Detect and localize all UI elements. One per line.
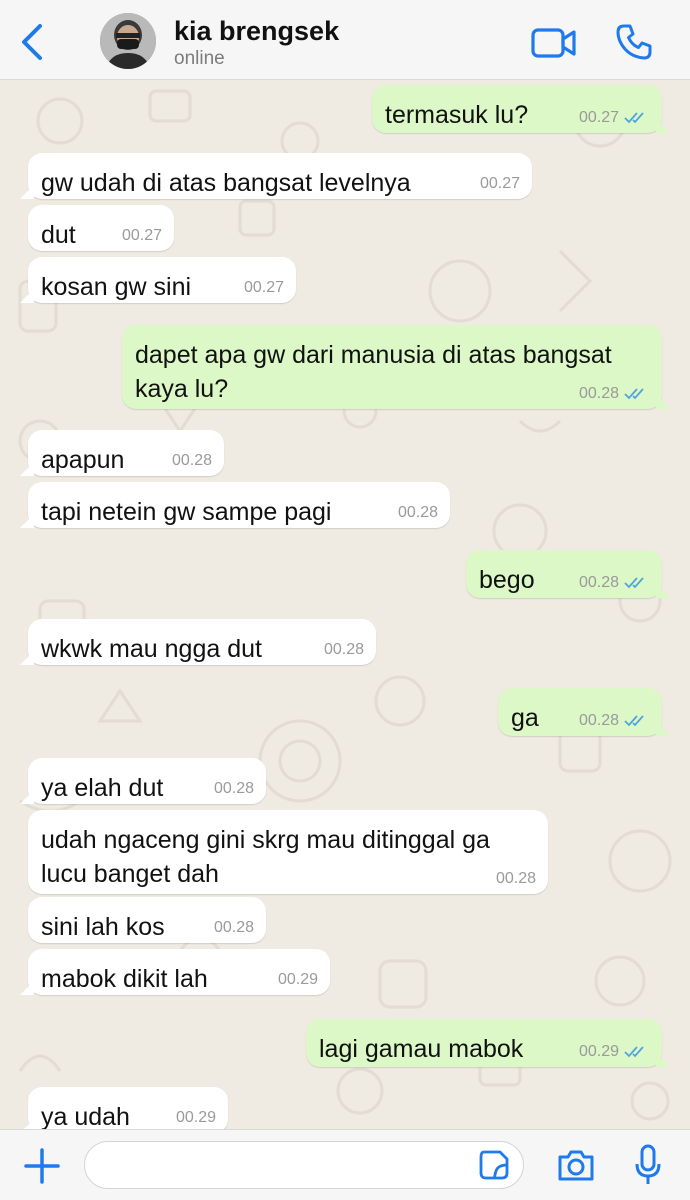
double-check-read-icon — [624, 715, 644, 727]
incoming-message-bubble[interactable]: sini lah kos 00.28 — [28, 897, 266, 943]
bubble-tail — [20, 185, 34, 199]
incoming-message-bubble[interactable]: kosan gw sini 00.27 — [20, 257, 296, 303]
incoming-message-bubble[interactable]: ya elah dut 00.28 — [20, 758, 266, 804]
bubble-tail — [656, 722, 670, 736]
outgoing-message-bubble[interactable]: ga 00.28 — [498, 688, 670, 736]
message-time: 00.28 — [397, 504, 438, 521]
message-meta: 00.27 — [244, 279, 284, 297]
message-meta: 00.27 — [480, 175, 520, 193]
incoming-message-bubble[interactable]: udah ngaceng gini skrg mau ditinggal ga … — [28, 810, 548, 894]
contact-name[interactable]: kia brengsek — [174, 16, 339, 47]
message-meta: 00.28 — [214, 780, 254, 798]
double-check-read-icon — [624, 112, 644, 124]
message-text: mabok dikit lah — [41, 965, 208, 993]
double-check-read-icon — [624, 388, 644, 400]
message-meta: 00.29 — [278, 971, 318, 989]
message-meta: 00.29 — [176, 1109, 216, 1127]
incoming-message-bubble[interactable]: mabok dikit lah 00.29 — [20, 949, 330, 995]
message-meta: 00.27 — [122, 227, 162, 245]
message-text: tapi netein gw sampe pagi — [41, 498, 332, 526]
message-meta: 00.27 — [579, 109, 650, 127]
message-time: 00.28 — [578, 385, 619, 402]
message-time: 00.27 — [479, 175, 520, 192]
message-text: gw udah di atas bangsat levelnya — [41, 169, 411, 197]
message-time: 00.28 — [495, 870, 536, 887]
bubble-tail — [20, 1119, 34, 1129]
bubble-tail — [656, 119, 670, 133]
incoming-message-bubble[interactable]: dut 00.27 — [28, 205, 174, 251]
bubble-tail — [20, 514, 34, 528]
phone-icon[interactable] — [614, 22, 654, 62]
video-camera-icon[interactable] — [530, 24, 578, 62]
message-time: 00.27 — [243, 279, 284, 296]
message-meta: 00.28 — [579, 712, 650, 730]
message-time: 00.29 — [578, 1043, 619, 1060]
message-text: wkwk mau ngga dut — [41, 635, 262, 663]
message-meta: 00.28 — [398, 504, 438, 522]
message-meta: 00.28 — [172, 452, 212, 470]
message-time: 00.29 — [277, 971, 318, 988]
double-check-read-icon — [624, 577, 644, 589]
chat-area[interactable]: termasuk lu? 00.27 gw udah di atas bangsat… — [0, 81, 690, 1129]
bubble-tail — [20, 289, 34, 303]
contact-status: online — [174, 48, 225, 69]
outgoing-message-bubble[interactable]: dapet apa gw dari manusia di atas bangsa… — [122, 325, 670, 409]
double-check-read-icon — [624, 1046, 644, 1058]
message-time: 00.28 — [213, 919, 254, 936]
bubble-tail — [656, 1053, 670, 1067]
message-input[interactable] — [84, 1141, 524, 1189]
incoming-message-bubble[interactable]: ya udah 00.29 — [20, 1087, 228, 1129]
message-text: udah ngaceng gini skrg mau ditinggal ga … — [41, 826, 490, 888]
outgoing-message-bubble[interactable]: lagi gamau mabok 00.29 — [306, 1019, 670, 1067]
bubble-tail — [656, 395, 670, 409]
incoming-message-bubble[interactable]: wkwk mau ngga dut 00.28 — [20, 619, 376, 665]
incoming-message-bubble[interactable]: apapun 00.28 — [20, 430, 224, 476]
message-meta: 00.28 — [579, 574, 650, 592]
message-time: 00.28 — [323, 641, 364, 658]
message-meta: 00.28 — [579, 385, 650, 403]
message-time: 00.27 — [121, 227, 162, 244]
incoming-message-bubble[interactable]: gw udah di atas bangsat levelnya 00.27 — [20, 153, 532, 199]
message-meta: 00.29 — [579, 1043, 650, 1061]
message-time: 00.28 — [213, 780, 254, 797]
message-time: 00.27 — [578, 109, 619, 126]
microphone-icon[interactable] — [634, 1144, 662, 1186]
bubble-tail — [20, 462, 34, 476]
bubble-tail — [20, 651, 34, 665]
message-time: 00.29 — [175, 1109, 216, 1126]
message-time: 00.28 — [578, 574, 619, 591]
plus-icon[interactable] — [22, 1146, 62, 1186]
message-meta: 00.28 — [214, 919, 254, 937]
message-time: 00.28 — [171, 452, 212, 469]
outgoing-message-bubble[interactable]: bego 00.28 — [466, 550, 670, 598]
composer-bar — [0, 1129, 690, 1200]
avatar-image — [100, 13, 156, 69]
camera-icon[interactable] — [556, 1147, 596, 1183]
incoming-message-bubble[interactable]: tapi netein gw sampe pagi 00.28 — [20, 482, 450, 528]
sticker-icon[interactable] — [478, 1149, 510, 1181]
message-meta: 00.28 — [496, 870, 536, 888]
message-meta: 00.28 — [324, 641, 364, 659]
message-time: 00.28 — [578, 712, 619, 729]
outgoing-message-bubble[interactable]: termasuk lu? 00.27 — [372, 85, 670, 133]
avatar[interactable] — [100, 13, 156, 69]
bubble-tail — [20, 981, 34, 995]
bubble-tail — [656, 584, 670, 598]
chevron-left-icon[interactable] — [18, 22, 48, 62]
chat-header: kia brengsek online — [0, 0, 690, 80]
bubble-tail — [20, 790, 34, 804]
message-text: dapet apa gw dari manusia di atas bangsa… — [135, 341, 612, 403]
